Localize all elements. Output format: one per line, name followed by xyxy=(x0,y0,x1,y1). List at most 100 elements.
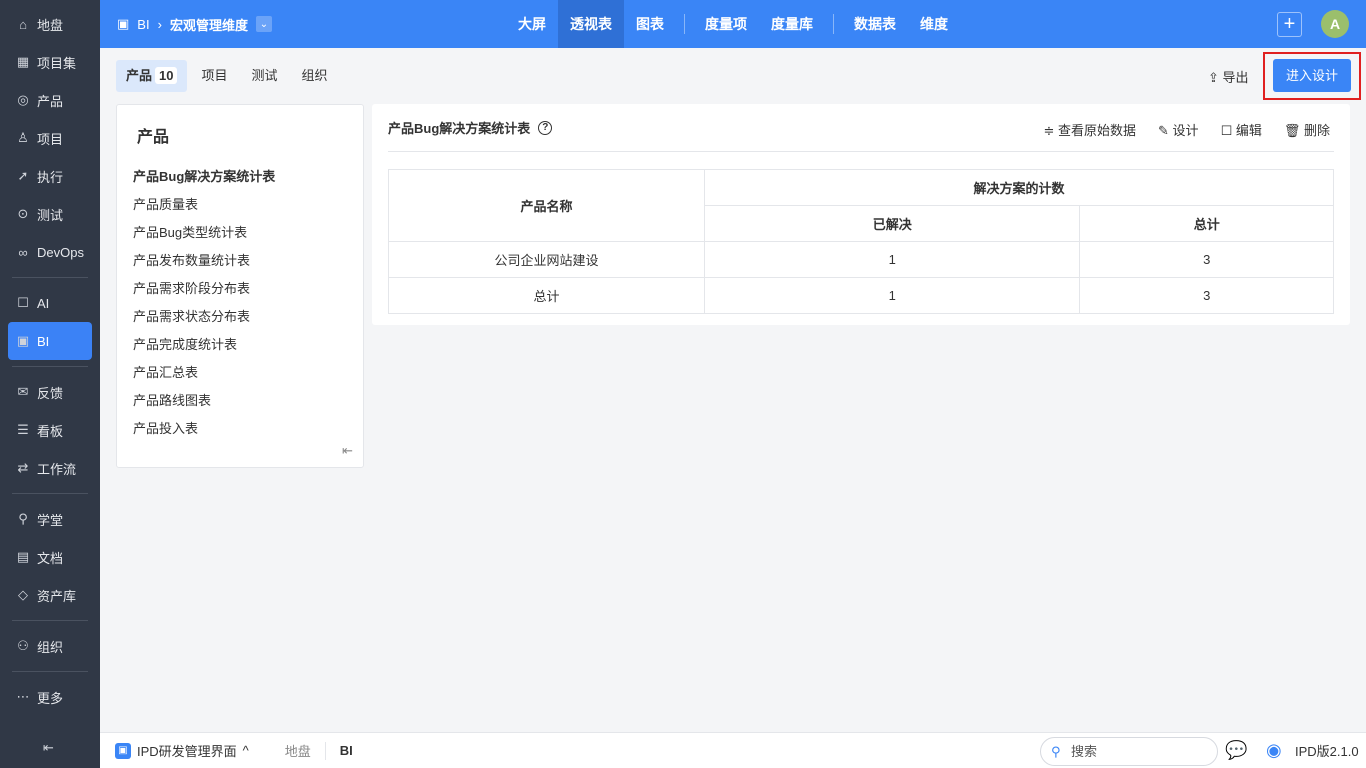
report-list-item[interactable]: 产品需求阶段分布表 xyxy=(117,275,363,303)
sidebar-icon: ▤ xyxy=(16,549,30,564)
report-list-item[interactable]: 产品汇总表 xyxy=(117,359,363,387)
nav-metric-library[interactable]: 度量库 xyxy=(759,0,825,48)
nav-chart[interactable]: 图表 xyxy=(624,0,676,48)
logo-icon: ◉ xyxy=(1266,740,1282,760)
pivot-table: 产品名称 解决方案的计数 已解决 总计 公司企业网站建设 1 3 总计 1 3 xyxy=(388,169,1334,314)
sidebar-item-11[interactable]: ⇄ 工作流 xyxy=(0,449,92,487)
sidebar-item-7[interactable]: ☐ AI xyxy=(0,284,92,322)
add-button[interactable]: + xyxy=(1277,12,1302,37)
dimension-dropdown-button[interactable]: ⌄ xyxy=(255,16,272,32)
tab-org[interactable]: 组织 xyxy=(292,60,338,92)
footer-crumb-current: BI xyxy=(339,743,353,758)
cell: 总计 xyxy=(388,277,705,314)
footer-crumb[interactable]: 地盘 xyxy=(285,741,311,760)
chevron-up-icon[interactable]: ^ xyxy=(243,743,249,758)
cell: 3 xyxy=(1079,277,1334,314)
sidebar-icon: ▦ xyxy=(16,54,30,69)
count-badge: 10 xyxy=(155,67,178,84)
avatar[interactable]: A xyxy=(1321,10,1349,38)
app-icon: ▣ xyxy=(115,742,131,759)
action-label: 查看原始数据 xyxy=(1058,123,1137,138)
sidebar-item-12[interactable]: ⚲ 学堂 xyxy=(0,500,92,538)
column-header: 产品名称 xyxy=(388,169,705,242)
sidebar-icon: ➚ xyxy=(17,168,29,183)
bottom-bar: ▣ IPD研发管理界面 ^ 地盘 BI ⚲ 搜索 💬 ◉ IPD版2.1.0 xyxy=(100,732,1366,768)
sidebar: ⌂ 地盘 ▦ 项目集 ◎ 产品 ♙ 项目 ➚ 执行 ⊙ 测试 ∞ DevOps ☐ AI ▣ BI ✉ 反馈 ☰ 看板 ⇄ 工… xyxy=(0,0,100,768)
collapse-panel-icon[interactable]: ⇤ xyxy=(342,443,353,459)
report-list-item[interactable]: 产品完成度统计表 xyxy=(117,331,363,359)
panel-title: 产品 xyxy=(137,129,170,146)
sidebar-item-6[interactable]: ∞ DevOps xyxy=(0,233,92,271)
divider xyxy=(684,14,685,34)
tab-product[interactable]: 产品 10 xyxy=(116,60,188,92)
category-tabs: 产品 10 项目 测试 组织 xyxy=(116,60,338,92)
app-switcher[interactable]: IPD研发管理界面 xyxy=(137,741,237,760)
delete-button[interactable]: 🗑 删除 xyxy=(1284,120,1330,139)
report-list-item[interactable]: 产品Bug解决方案统计表 xyxy=(117,163,363,191)
nav-metric[interactable]: 度量项 xyxy=(693,0,759,48)
sidebar-icon: ⋯ xyxy=(16,689,30,704)
sidebar-icon: ◇ xyxy=(18,587,28,602)
sidebar-item-1[interactable]: ▦ 项目集 xyxy=(0,43,92,81)
tab-label: 产品 xyxy=(126,68,153,83)
divider xyxy=(12,493,88,494)
sidebar-item-2[interactable]: ◎ 产品 xyxy=(0,81,92,119)
main-nav: 大屏 透视表 图表 度量项 度量库 数据表 维度 xyxy=(506,0,960,48)
nav-datatable[interactable]: 数据表 xyxy=(842,0,908,48)
sidebar-item-10[interactable]: ☰ 看板 xyxy=(0,411,92,449)
nav-dimension[interactable]: 维度 xyxy=(908,0,960,48)
column-header: 已解决 xyxy=(703,205,1081,242)
cell: 公司企业网站建设 xyxy=(388,241,705,278)
sidebar-icon: ⊙ xyxy=(17,206,29,221)
nav-dashboard[interactable]: 大屏 xyxy=(506,0,558,48)
sidebar-item-label: 更多 xyxy=(37,690,64,706)
divider xyxy=(12,671,88,672)
design-button[interactable]: ✎ 设计 xyxy=(1158,120,1199,139)
report-list-item[interactable]: 产品Bug类型统计表 xyxy=(117,219,363,247)
report-panel: 产品Bug解决方案统计表? ≑ 查看原始数据 ✎ 设计 ☐ 编辑 🗑 删除 产品… xyxy=(372,104,1350,325)
help-icon[interactable]: ? xyxy=(538,120,553,135)
divider xyxy=(12,366,88,367)
tab-project[interactable]: 项目 xyxy=(191,60,237,92)
sidebar-item-3[interactable]: ♙ 项目 xyxy=(0,119,92,157)
sidebar-item-label: 测试 xyxy=(37,207,64,223)
sidebar-item-14[interactable]: ◇ 资产库 xyxy=(0,576,92,614)
report-list-item[interactable]: 产品投入表 xyxy=(117,415,363,443)
report-list-item[interactable]: 产品路线图表 xyxy=(117,387,363,415)
edit-button[interactable]: ☐ 编辑 xyxy=(1221,120,1262,139)
tab-test[interactable]: 测试 xyxy=(242,60,288,92)
action-label: 设计 xyxy=(1172,123,1199,138)
sidebar-item-label: BI xyxy=(37,333,50,349)
sidebar-item-4[interactable]: ➚ 执行 xyxy=(0,157,92,195)
enter-design-button[interactable]: 进入设计 xyxy=(1273,59,1351,92)
ai-chat-icon[interactable]: 💬 xyxy=(1225,740,1247,761)
search-input[interactable]: ⚲ 搜索 xyxy=(1040,737,1218,766)
sidebar-icon: ✉ xyxy=(17,384,29,399)
sidebar-item-5[interactable]: ⊙ 测试 xyxy=(0,195,92,233)
dimension-title: 宏观管理维度 xyxy=(169,17,248,33)
column-header: 总计 xyxy=(1079,205,1334,242)
report-list-item[interactable]: 产品需求状态分布表 xyxy=(117,303,363,331)
breadcrumb-module[interactable]: BI xyxy=(137,17,149,32)
collapse-sidebar-icon[interactable]: ⇤ xyxy=(43,740,54,756)
sidebar-item-16[interactable]: ⋯ 更多 xyxy=(0,678,92,716)
cell: 1 xyxy=(703,277,1081,314)
sidebar-icon: ☐ xyxy=(17,295,29,310)
sidebar-item-0[interactable]: ⌂ 地盘 xyxy=(0,5,92,43)
sidebar-item-13[interactable]: ▤ 文档 xyxy=(0,538,92,576)
sidebar-icon: ▣ xyxy=(16,333,30,348)
export-button[interactable]: ⇪ 导出 xyxy=(1208,67,1249,86)
report-list-panel: 产品 产品Bug解决方案统计表 产品质量表 产品Bug类型统计表 产品发布数量统计表产… xyxy=(116,104,364,468)
sidebar-item-15[interactable]: ⚇ 组织 xyxy=(0,627,92,665)
sidebar-item-9[interactable]: ✉ 反馈 xyxy=(0,373,92,411)
sidebar-item-label: 项目 xyxy=(37,131,64,147)
sidebar-item-label: 产品 xyxy=(37,93,64,109)
sidebar-icon: ♙ xyxy=(17,130,29,145)
chevron-right-icon: › xyxy=(157,16,162,32)
view-raw-data-button[interactable]: ≑ 查看原始数据 xyxy=(1044,120,1137,139)
report-list-item[interactable]: 产品发布数量统计表 xyxy=(117,247,363,275)
sidebar-icon: ☰ xyxy=(17,422,29,437)
report-list-item[interactable]: 产品质量表 xyxy=(117,191,363,219)
sidebar-item-8[interactable]: ▣ BI xyxy=(8,322,92,360)
nav-pivot[interactable]: 透视表 xyxy=(558,0,624,48)
